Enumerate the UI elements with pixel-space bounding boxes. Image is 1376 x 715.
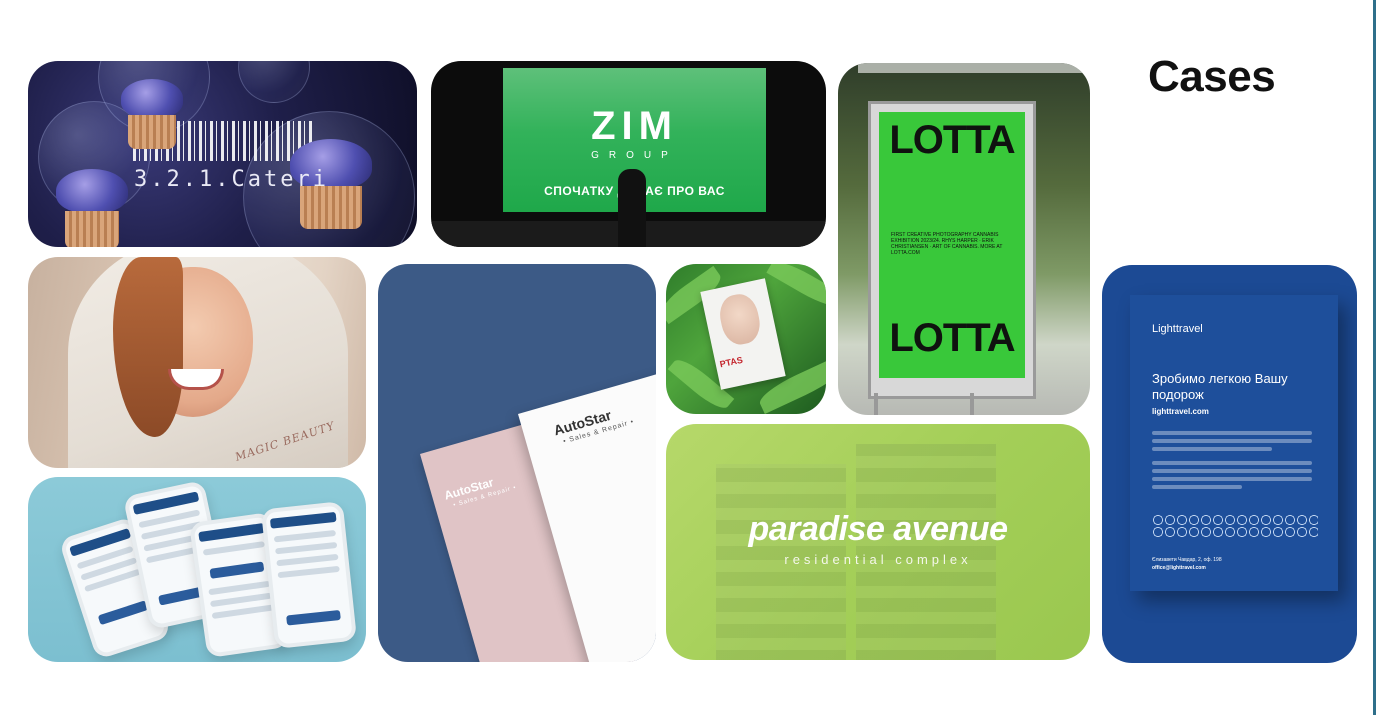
text-line <box>1152 485 1242 489</box>
leaf-shape <box>766 264 826 313</box>
wave-pattern <box>1152 527 1318 537</box>
face-image <box>716 290 764 348</box>
poster-frame: LOTTA FIRST CREATIVE PHOTOGRAPHY CANNABI… <box>868 101 1036 399</box>
text-line <box>1152 439 1312 443</box>
text-line <box>1152 447 1272 451</box>
lighttravel-url: lighttravel.com <box>1152 407 1209 416</box>
cupcake-image <box>121 79 183 149</box>
magazine-cover: PTAS <box>700 278 786 390</box>
lighttravel-headline: Зробимо легкою Вашу подорож <box>1152 371 1288 402</box>
case-card-lotta[interactable]: LOTTA FIRST CREATIVE PHOTOGRAPHY CANNABI… <box>838 63 1090 415</box>
text-line <box>1152 461 1312 465</box>
lotta-title-top: LOTTA <box>889 118 1015 162</box>
case-card-mobile-app[interactable] <box>28 477 366 662</box>
lotta-title-bottom: LOTTA <box>889 316 1015 360</box>
bubble <box>238 61 310 103</box>
paradise-subtitle: residential complex <box>784 552 972 567</box>
text-line <box>1152 431 1312 435</box>
person-silhouette <box>618 169 646 247</box>
wave-pattern <box>1152 515 1318 525</box>
lighttravel-address: Єлизавети Чавдар, 2, оф. 198 <box>1152 557 1222 563</box>
lighttravel-email: office@lighttravel.com <box>1152 565 1206 571</box>
cupcake-image <box>56 169 128 247</box>
magazine-title: PTAS <box>718 354 744 370</box>
text-line <box>1152 469 1312 473</box>
zim-logo: ZIM <box>591 104 678 148</box>
text-line <box>1152 477 1312 481</box>
case-card-magazine[interactable]: PTAS <box>666 264 826 414</box>
case-card-catering[interactable]: 3.2.1.Cateri <box>28 61 417 247</box>
paradise-title: paradise avenue <box>748 510 1008 548</box>
lotta-poster: LOTTA FIRST CREATIVE PHOTOGRAPHY CANNABI… <box>879 112 1025 378</box>
lotta-small-text: FIRST CREATIVE PHOTOGRAPHY CANNABIS EXHI… <box>891 232 1003 256</box>
lighttravel-document: Lighttravel Зробимо легкою Вашу подорож … <box>1130 295 1338 591</box>
catering-text: 3.2.1.Cateri <box>134 167 329 192</box>
poster-leg <box>874 393 878 415</box>
page-title: Cases <box>1148 52 1276 101</box>
case-card-lighttravel[interactable]: Lighttravel Зробимо легкою Вашу подорож … <box>1102 265 1357 663</box>
bus-stop-roof <box>858 63 1090 73</box>
case-card-zim[interactable]: ZIM GROUP СПОЧАТКУ ДУМАЄ ПРО ВАС <box>431 61 826 247</box>
zim-sub: GROUP <box>591 150 678 161</box>
lighttravel-logo: Lighttravel <box>1152 323 1203 335</box>
case-card-autostar[interactable]: AutoStar • Sales & Repair • AutoStar • S… <box>378 264 656 662</box>
case-card-magic-beauty[interactable]: MAGIC BEAUTY <box>28 257 366 468</box>
phone-mockup <box>260 501 358 649</box>
case-card-paradise-avenue[interactable]: paradise avenue residential complex <box>666 424 1090 660</box>
poster-leg <box>970 393 974 415</box>
